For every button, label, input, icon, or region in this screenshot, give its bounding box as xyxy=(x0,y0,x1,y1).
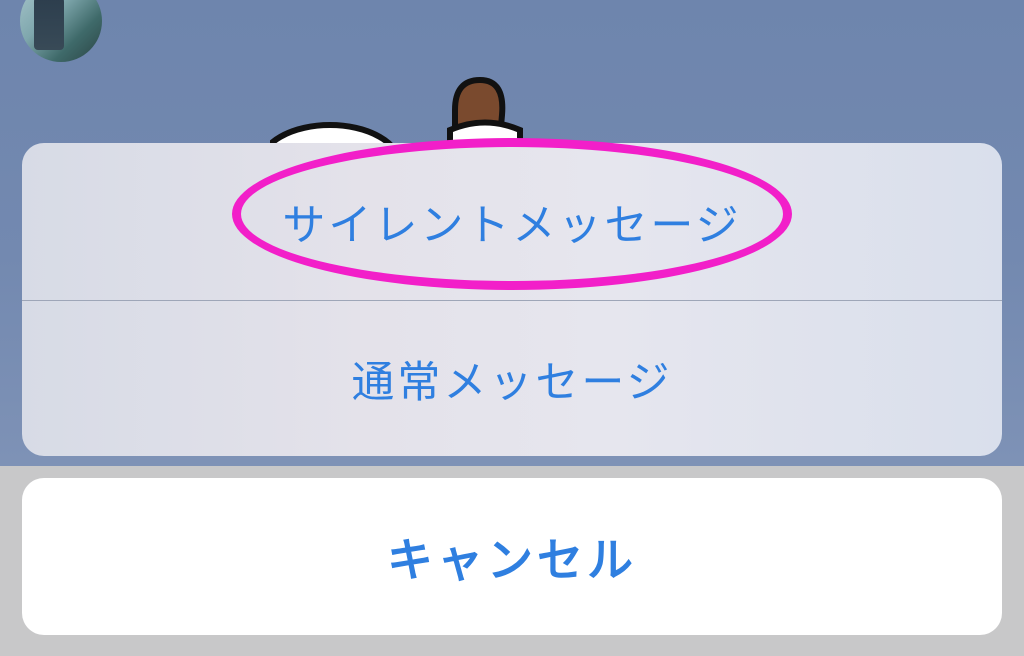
normal-message-button[interactable]: 通常メッセージ xyxy=(22,301,1002,456)
action-sheet: サイレントメッセージ 通常メッセージ xyxy=(22,143,1002,456)
normal-message-label: 通常メッセージ xyxy=(351,357,673,408)
silent-message-button[interactable]: サイレントメッセージ xyxy=(22,143,1002,300)
cancel-button[interactable]: キャンセル xyxy=(22,478,1002,635)
cancel-label: キャンセル xyxy=(387,532,637,587)
avatar-person-image xyxy=(34,0,64,50)
silent-message-label: サイレントメッセージ xyxy=(282,200,742,251)
